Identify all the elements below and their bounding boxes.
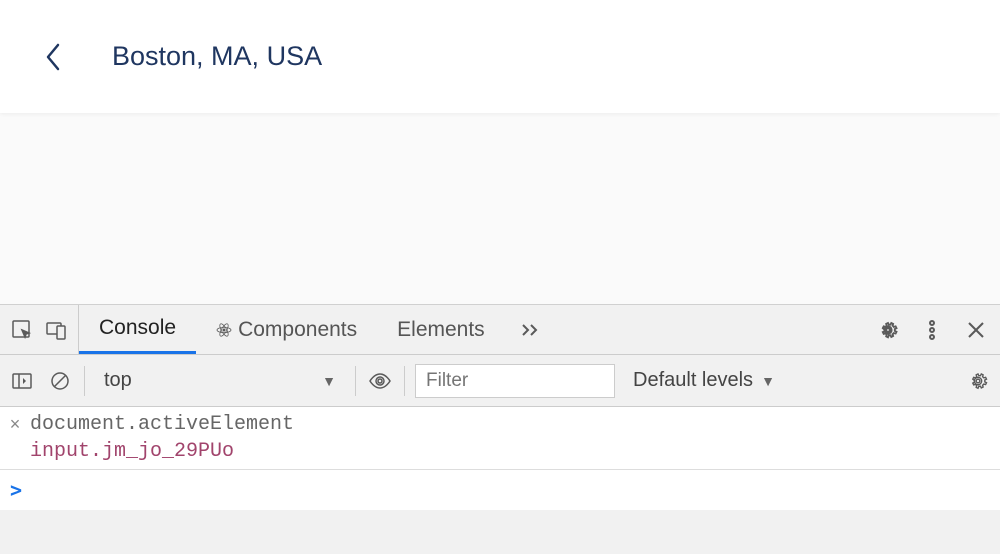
console-result[interactable]: input.jm_jo_29PUo (0, 438, 1000, 469)
location-input[interactable] (112, 41, 612, 72)
devtools-right-tools (864, 305, 1000, 354)
content-area (0, 113, 1000, 304)
tab-label: Components (238, 318, 357, 342)
devtools-left-tools (0, 305, 79, 354)
more-options-button[interactable] (918, 316, 946, 344)
console-settings-button[interactable] (964, 367, 992, 395)
separator (404, 366, 405, 396)
chevron-double-right-icon (519, 319, 541, 341)
devtools-panel: Console Components Elements (0, 304, 1000, 554)
inspect-element-button[interactable] (8, 316, 36, 344)
device-toolbar-button[interactable] (42, 316, 70, 344)
sidebar-icon (11, 370, 33, 392)
context-label: top (104, 369, 132, 392)
back-button[interactable] (38, 42, 68, 72)
tab-elements[interactable]: Elements (377, 305, 505, 354)
react-icon (216, 322, 232, 338)
close-icon (966, 320, 986, 340)
clear-console-button[interactable] (46, 367, 74, 395)
console-toolbar: top ▼ Default levels ▼ (0, 355, 1000, 407)
levels-label: Default levels (633, 369, 753, 392)
settings-button[interactable] (874, 316, 902, 344)
console-filter-input[interactable] (415, 364, 615, 398)
close-devtools-button[interactable] (962, 316, 990, 344)
delete-entry-button[interactable]: × (8, 413, 22, 435)
clear-icon (49, 370, 71, 392)
app-header (0, 0, 1000, 113)
separator (355, 366, 356, 396)
console-prompt[interactable]: > (0, 470, 1000, 510)
execution-context-selector[interactable]: top ▼ (95, 364, 345, 397)
caret-down-icon: ▼ (761, 373, 775, 389)
gear-icon (877, 319, 899, 341)
console-expression[interactable]: document.activeElement (30, 413, 294, 436)
console-entry: × document.activeElement (0, 407, 1000, 438)
tab-console[interactable]: Console (79, 305, 196, 354)
devtools-tabbar: Console Components Elements (0, 305, 1000, 355)
tab-label: Console (99, 316, 176, 340)
eye-icon (368, 369, 392, 393)
log-levels-selector[interactable]: Default levels ▼ (625, 369, 783, 392)
prompt-caret-icon: > (10, 478, 22, 502)
separator (84, 366, 85, 396)
console-sidebar-toggle[interactable] (8, 367, 36, 395)
tabs-overflow-button[interactable] (505, 305, 555, 354)
console-log: × document.activeElement input.jm_jo_29P… (0, 407, 1000, 470)
chevron-left-icon (42, 42, 64, 72)
devtools-tabs: Console Components Elements (79, 305, 864, 354)
live-expression-button[interactable] (366, 367, 394, 395)
caret-down-icon: ▼ (322, 373, 336, 389)
tab-components[interactable]: Components (196, 305, 377, 354)
gear-icon (967, 370, 989, 392)
tab-label: Elements (397, 318, 485, 342)
kebab-icon (921, 319, 943, 341)
